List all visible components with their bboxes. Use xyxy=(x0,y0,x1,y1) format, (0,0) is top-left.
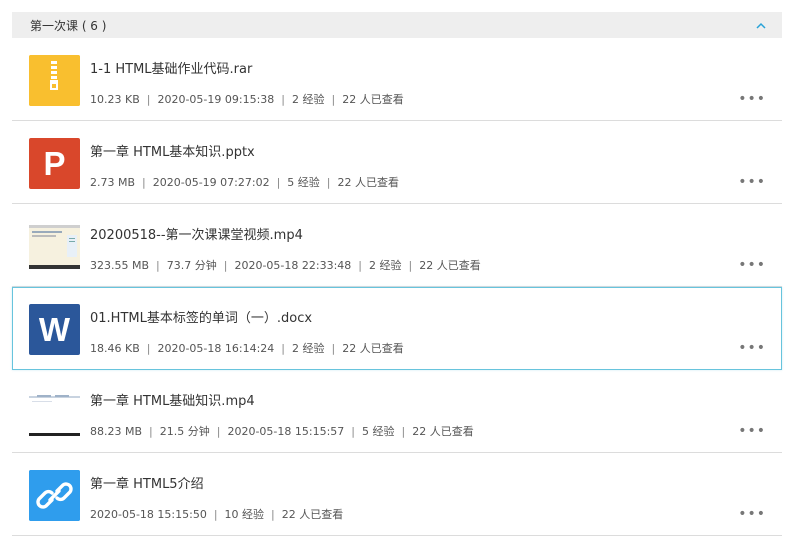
file-title[interactable]: 01.HTML基本标签的单词（一）.docx xyxy=(90,307,312,326)
file-exp: 2 经验 xyxy=(369,259,402,272)
file-views: 22 人已查看 xyxy=(281,508,344,521)
separator: | xyxy=(216,425,221,438)
file-meta: 88.23 MB | 21.5 分钟 | 2020-05-18 15:15:57 | 5 经… xyxy=(90,423,474,439)
file-meta: 2.73 MB | 2020-05-19 07:27:02 | 5 经验 | 22 人已查看 xyxy=(90,174,399,190)
file-views: 22 人已查看 xyxy=(419,259,481,272)
file-duration: 21.5 分钟 xyxy=(159,425,210,438)
separator: | xyxy=(326,176,331,189)
separator: | xyxy=(281,93,286,106)
list-item-link[interactable]: 第一章 HTML5介绍 2020-05-18 15:15:50 | 10 经验 | 22… xyxy=(12,453,782,536)
file-views: 22 人已查看 xyxy=(337,176,400,189)
more-options-icon[interactable]: ••• xyxy=(738,507,766,521)
separator: | xyxy=(351,425,356,438)
file-date: 2020-05-19 07:27:02 xyxy=(152,176,270,189)
separator: | xyxy=(276,176,281,189)
more-options-icon[interactable]: ••• xyxy=(738,424,766,438)
separator: | xyxy=(281,342,286,355)
list-item-docx[interactable]: W 01.HTML基本标签的单词（一）.docx 18.46 KB | 2020-0… xyxy=(12,287,782,370)
file-exp: 5 经验 xyxy=(287,176,320,189)
separator: | xyxy=(213,508,218,521)
separator: | xyxy=(146,93,151,106)
more-options-icon[interactable]: ••• xyxy=(738,341,766,355)
file-exp: 2 经验 xyxy=(292,342,325,355)
file-title[interactable]: 1-1 HTML基础作业代码.rar xyxy=(90,58,252,77)
separator: | xyxy=(331,342,336,355)
file-date: 2020-05-18 15:15:50 xyxy=(90,508,207,521)
file-title[interactable]: 第一章 HTML5介绍 xyxy=(90,473,204,492)
file-date: 2020-05-18 16:14:24 xyxy=(157,342,275,355)
more-options-icon[interactable]: ••• xyxy=(738,175,766,189)
file-title[interactable]: 20200518--第一次课课堂视频.mp4 xyxy=(90,224,303,243)
file-size: 10.23 KB xyxy=(90,93,140,106)
file-views: 22 人已查看 xyxy=(412,425,474,438)
separator: | xyxy=(223,259,228,272)
file-exp: 5 经验 xyxy=(362,425,395,438)
separator: | xyxy=(331,93,336,106)
file-size: 88.23 MB xyxy=(90,425,143,438)
list-item-rar[interactable]: 1-1 HTML基础作业代码.rar 10.23 KB | 2020-05-19 0… xyxy=(12,38,782,121)
file-size: 323.55 MB xyxy=(90,259,150,272)
lesson-section: 第一次课 ( 6 ) 1-1 HTML基础作业代码.rar 10.23 KB |… xyxy=(12,12,782,536)
file-meta: 10.23 KB | 2020-05-19 09:15:38 | 2 经验 | 22 人已查… xyxy=(90,91,404,107)
file-title[interactable]: 第一章 HTML基础知识.mp4 xyxy=(90,390,255,409)
separator: | xyxy=(146,342,151,355)
file-size: 18.46 KB xyxy=(90,342,140,355)
file-title[interactable]: 第一章 HTML基本知识.pptx xyxy=(90,141,255,160)
more-options-icon[interactable]: ••• xyxy=(738,258,766,272)
file-date: 2020-05-18 22:33:48 xyxy=(234,259,352,272)
chevron-up-icon[interactable] xyxy=(754,18,768,32)
list-item-video-1[interactable]: 20200518--第一次课课堂视频.mp4 323.55 MB | 73.7 分钟… xyxy=(12,204,782,287)
separator: | xyxy=(401,425,406,438)
separator: | xyxy=(149,425,153,438)
separator: | xyxy=(271,508,275,521)
file-meta: 323.55 MB | 73.7 分钟 | 2020-05-18 22:33:48 | 2 … xyxy=(90,257,481,273)
separator: | xyxy=(408,259,413,272)
video-thumbnail xyxy=(29,221,80,272)
file-duration: 73.7 分钟 xyxy=(166,259,217,272)
link-icon xyxy=(29,470,80,521)
file-meta: 2020-05-18 15:15:50 | 10 经验 | 22 人已查看 xyxy=(90,506,343,522)
separator: | xyxy=(142,176,146,189)
video-thumbnail xyxy=(29,387,80,438)
list-item-pptx[interactable]: P 第一章 HTML基本知识.pptx 2.73 MB | 2020-05-19 0… xyxy=(12,121,782,204)
word-letter: W xyxy=(38,311,71,348)
file-date: 2020-05-19 09:15:38 xyxy=(157,93,275,106)
file-exp: 10 经验 xyxy=(224,508,265,521)
list-item-video-2[interactable]: 第一章 HTML基础知识.mp4 88.23 MB | 21.5 分钟 | 2020-0… xyxy=(12,370,782,453)
file-views: 22 人已查看 xyxy=(342,342,404,355)
file-list: 1-1 HTML基础作业代码.rar 10.23 KB | 2020-05-19 0… xyxy=(12,38,782,536)
word-file-icon: W xyxy=(29,304,80,355)
file-size: 2.73 MB xyxy=(90,176,136,189)
file-exp: 2 经验 xyxy=(292,93,325,106)
file-meta: 18.46 KB | 2020-05-18 16:14:24 | 2 经验 | 22 人已查… xyxy=(90,340,404,356)
powerpoint-letter: P xyxy=(43,145,66,182)
file-date: 2020-05-18 15:15:57 xyxy=(227,425,345,438)
more-options-icon[interactable]: ••• xyxy=(738,92,766,106)
file-views: 22 人已查看 xyxy=(342,93,404,106)
separator: | xyxy=(358,259,363,272)
separator: | xyxy=(156,259,160,272)
powerpoint-file-icon: P xyxy=(29,138,80,189)
section-header[interactable]: 第一次课 ( 6 ) xyxy=(12,12,782,38)
section-title: 第一次课 ( 6 ) xyxy=(30,18,107,33)
zip-file-icon xyxy=(29,55,80,106)
